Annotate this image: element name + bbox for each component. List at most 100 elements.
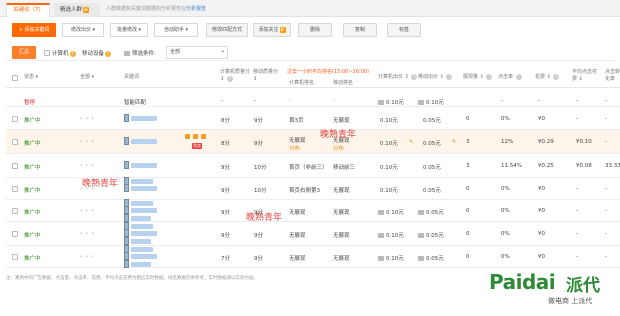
ctr: 11.54% <box>501 163 522 169</box>
row-checkbox[interactable] <box>12 163 18 169</box>
pc-bid[interactable]: 0.10元 <box>380 139 398 147</box>
summary-toggle[interactable]: 汇总 <box>12 46 36 59</box>
pc-bid[interactable]: 0.10元 <box>380 186 398 194</box>
pc-bid[interactable]: 0.10元 <box>386 100 404 106</box>
computer-checkbox[interactable] <box>44 50 50 56</box>
pc-rank: 无展现 <box>289 210 306 216</box>
pc-bid[interactable]: 0.10元 <box>380 163 398 171</box>
computer-toggle[interactable]: 计算机? <box>44 49 76 57</box>
impressions: 0 <box>466 115 470 122</box>
pc-bid[interactable]: 0.10元 <box>386 256 404 262</box>
mobile-quality-score: 9分 <box>254 117 263 124</box>
mobile-bid[interactable]: 0.05元 <box>426 233 444 239</box>
product-thumbnail <box>124 177 129 185</box>
batch-modify-dropdown[interactable]: 批量修改 ▾ <box>110 23 148 37</box>
hint-link[interactable]: 分析报告 <box>186 6 206 12</box>
hot-badge: 热卖 <box>192 143 202 149</box>
cost: ¥0 <box>538 254 545 260</box>
pc-bid[interactable]: 0.10元 <box>386 210 404 216</box>
status-text: 推广中 <box>24 188 41 194</box>
keyword-blurred <box>131 262 151 267</box>
col-mobile-quality[interactable]: 移动质量分 ↕ <box>253 69 283 83</box>
product-thumbnail <box>124 222 129 230</box>
tab-keywords[interactable]: 关键词（7） <box>6 3 50 17</box>
keyword-blurred <box>131 139 157 144</box>
watermark: 晚熟青年 <box>246 213 283 223</box>
conversion-rate: - <box>605 115 607 122</box>
col-keyword: 关键词 <box>124 74 140 80</box>
keyword-blurred <box>131 186 157 191</box>
pc-rank: 首3页 <box>289 117 304 124</box>
pc-bid[interactable]: 0.10元 <box>380 116 398 124</box>
mobile-bid[interactable]: 0.05元 <box>426 256 444 262</box>
tab-audience[interactable]: 精选人群新 <box>54 3 100 17</box>
copy-button[interactable]: 复制 <box>343 23 377 37</box>
row-checkbox[interactable] <box>12 254 18 260</box>
filter-select[interactable]: 全部 ▾ <box>166 46 228 59</box>
col-ctr[interactable]: 点击率 ? <box>498 74 522 81</box>
help-icon: ? <box>446 74 453 80</box>
mobile-bid[interactable]: 0.05元 <box>423 163 441 171</box>
row-checkbox[interactable] <box>12 186 18 192</box>
product-thumbnail <box>124 161 129 169</box>
avg-cpc: - <box>576 98 578 104</box>
row-dots: • • • <box>80 115 95 122</box>
ctr: 0% <box>501 115 510 122</box>
row-checkbox[interactable] <box>12 231 18 237</box>
row-checkbox[interactable] <box>12 115 18 122</box>
orange-badge-icon <box>185 134 190 139</box>
table-row[interactable] <box>6 95 620 107</box>
pc-quality-score: 9分 <box>221 233 230 239</box>
mobile-bid[interactable]: 0.05元 <box>426 210 444 216</box>
edit-pencil-icon[interactable]: ✎ <box>452 139 456 145</box>
table-row[interactable] <box>6 130 620 154</box>
avg-cpc: - <box>576 254 578 260</box>
filter-label: 筛选条件: <box>124 49 156 57</box>
mobile-bid[interactable]: 0.05元 <box>423 116 441 124</box>
tag-button[interactable]: 标签 <box>387 23 421 37</box>
orange-badge-icon <box>193 134 198 139</box>
status-text: 推广中 <box>24 141 41 147</box>
col-cost[interactable]: 花费 ↕ ? <box>535 74 560 81</box>
pc-quality-score: 8分 <box>221 117 230 124</box>
table-row[interactable] <box>6 200 620 222</box>
row-checkbox[interactable] <box>12 208 18 214</box>
modify-match-button[interactable]: 修改匹配方式 <box>206 23 248 37</box>
smart-assist-dropdown[interactable]: 自动助手 ▾ <box>154 23 198 37</box>
table-row[interactable] <box>6 107 620 130</box>
add-keyword-button[interactable]: + 添加关键词 <box>12 23 56 37</box>
mobile-quality-score: 9分 <box>254 233 263 239</box>
pc-bid[interactable]: 0.10元 <box>386 233 404 239</box>
col-pc-quality[interactable]: 计算机质量分 ↕ ? <box>220 69 250 83</box>
impressions: 3 <box>466 139 470 145</box>
col-impressions[interactable]: 展现量 ↕ ? <box>463 74 493 81</box>
col-status[interactable]: 状态 ▾ <box>24 74 38 81</box>
table-row[interactable] <box>6 246 620 268</box>
avg-cpc: - <box>576 115 578 122</box>
mobile-bid[interactable]: 0.05元 <box>423 186 441 194</box>
pc-bid-box: 0.10元 <box>378 208 404 216</box>
help-icon: ? <box>411 74 418 80</box>
col-mobile-bid[interactable]: 移动出价 ↕ ? <box>418 74 453 81</box>
select-all-checkbox[interactable] <box>12 75 18 81</box>
mobile-bid[interactable]: 0.05元 <box>423 139 441 147</box>
delete-button[interactable]: 删除 <box>298 23 332 37</box>
add-follow-button[interactable]: 添加关注新 <box>253 23 291 37</box>
col-all[interactable]: 全部 ▾ <box>80 74 94 81</box>
keyword-blurred <box>131 163 157 168</box>
modify-bid-dropdown[interactable]: 修改出价 ▾ <box>62 23 104 37</box>
mobile-bid[interactable]: 0.10元 <box>426 100 444 106</box>
col-pc-bid[interactable]: 计算机出价 ↕ ? <box>378 74 418 81</box>
col-pc-rank: 计算机排名 <box>289 80 315 86</box>
edit-pencil-icon[interactable]: ✎ <box>409 139 413 145</box>
pc-bid-box: 0.10元 <box>378 231 404 239</box>
col-avg-cpc[interactable]: 平均点击花费 ↕ <box>572 69 600 83</box>
row-checkbox[interactable] <box>12 139 18 145</box>
help-icon: ? <box>69 51 76 57</box>
conversion-rate: - <box>605 254 607 260</box>
status-text: 推广中 <box>24 233 41 239</box>
keyword-blurred <box>131 179 153 184</box>
table-row[interactable] <box>6 222 620 246</box>
mobile-toggle[interactable]: 移动设备? <box>82 49 112 57</box>
keyword-blurred <box>131 115 157 121</box>
